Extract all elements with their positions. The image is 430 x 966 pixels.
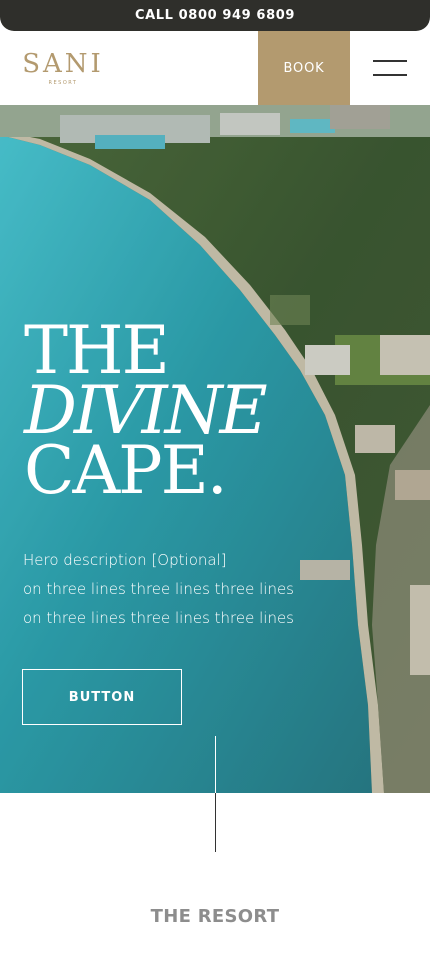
call-bar[interactable]: CALL 0800 949 6809: [0, 0, 430, 31]
hamburger-menu-icon[interactable]: [350, 31, 430, 105]
hero-title: THE DIVINE CAPE.: [24, 318, 268, 509]
logo-wordmark: SANI: [22, 49, 104, 79]
book-button-label: BOOK: [283, 60, 325, 76]
menu-line-bottom: [373, 74, 407, 76]
call-phone-link[interactable]: CALL 0800 949 6809: [135, 8, 295, 23]
logo-subtitle: RESORT: [48, 80, 78, 86]
scroll-indicator-line-top: [215, 736, 216, 793]
menu-line-top: [373, 60, 407, 62]
hero-title-line-3: CAPE.: [24, 432, 228, 509]
hero-cta-label: BUTTON: [68, 689, 136, 705]
site-header: SANI RESORT BOOK: [0, 31, 430, 105]
hero-description-line-3: on three lines three lines three lines: [23, 609, 294, 627]
sani-resort-logo[interactable]: SANI RESORT: [22, 51, 104, 86]
hero-description-line-1: Hero description [Optional]: [23, 551, 227, 569]
section-title-the-resort: THE RESORT: [150, 906, 280, 927]
hero-section: THE DIVINE CAPE. Hero description [Optio…: [0, 105, 430, 793]
book-button[interactable]: BOOK: [258, 31, 350, 105]
hero-description-line-2: on three lines three lines three lines: [23, 580, 294, 598]
hero-description: Hero description [Optional] on three lin…: [23, 546, 363, 633]
hero-cta-button[interactable]: BUTTON: [22, 669, 182, 725]
